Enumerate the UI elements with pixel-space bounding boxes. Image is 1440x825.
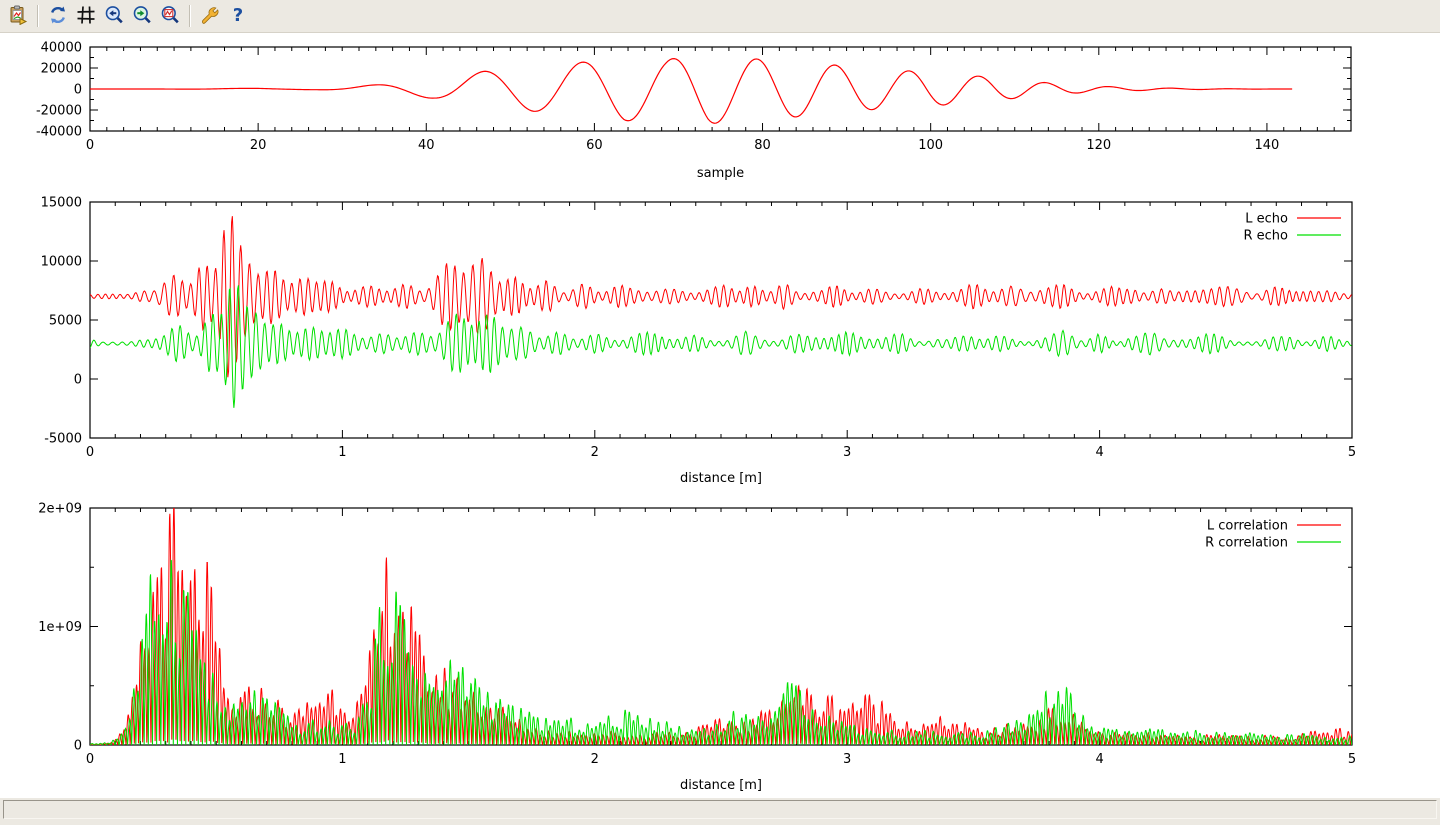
svg-text:4: 4 [1095,752,1103,767]
svg-text:L correlation: L correlation [1207,519,1288,534]
svg-text:1: 1 [338,445,346,460]
svg-text:140: 140 [1255,138,1280,153]
toolbar: ? [0,0,1440,33]
svg-text:3: 3 [843,752,851,767]
svg-text:10000: 10000 [41,255,82,270]
replot-button[interactable] [44,3,72,29]
svg-text:5000: 5000 [49,314,82,329]
svg-text:5: 5 [1348,445,1356,460]
svg-text:-40000: -40000 [36,125,82,140]
clipboard-chart-icon [8,5,28,28]
copy-to-clipboard-button[interactable] [4,3,32,29]
svg-text:2: 2 [591,445,599,460]
svg-text:0: 0 [86,445,94,460]
svg-text:80: 80 [754,138,771,153]
zoom-reset-icon [160,5,180,28]
svg-text:5: 5 [1348,752,1356,767]
toolbar-separator [189,5,191,27]
svg-text:100: 100 [918,138,943,153]
svg-text:40: 40 [418,138,435,153]
svg-text:2e+09: 2e+09 [38,502,82,517]
svg-text:0: 0 [74,373,82,388]
svg-text:0: 0 [86,138,94,153]
configure-button[interactable] [196,3,224,29]
svg-text:1: 1 [338,752,346,767]
svg-text:distance [m]: distance [m] [680,778,762,793]
svg-text:distance [m]: distance [m] [680,471,762,486]
svg-text:-5000: -5000 [44,432,82,447]
help-button[interactable]: ? [224,3,252,29]
autoscale-button[interactable] [156,3,184,29]
svg-text:L echo: L echo [1245,212,1288,227]
svg-text:15000: 15000 [41,196,82,211]
svg-text:1e+09: 1e+09 [38,620,82,635]
toggle-grid-button[interactable] [72,3,100,29]
pulse-chart-canvas[interactable]: 0 20 40 60 80 100 120 140 -40000 -20000 0 20000 4000… [0,33,1440,185]
next-zoom-button[interactable] [128,3,156,29]
zoom-next-icon [132,5,152,28]
svg-text:4: 4 [1095,445,1103,460]
svg-text:?: ? [233,5,243,25]
svg-text:2: 2 [591,752,599,767]
svg-text:3: 3 [843,445,851,460]
refresh-icon [48,5,68,28]
svg-text:0: 0 [74,739,82,754]
svg-text:120: 120 [1086,138,1111,153]
svg-text:20: 20 [250,138,267,153]
svg-text:R echo: R echo [1243,229,1288,244]
svg-text:40000: 40000 [41,41,82,56]
status-text [3,800,1437,819]
echo-chart-canvas[interactable]: 0 1 2 3 4 5 -5000 0 5000 10000 15000 distance [m] L … [0,185,1440,495]
svg-text:0: 0 [74,83,82,98]
svg-text:0: 0 [86,752,94,767]
svg-text:60: 60 [586,138,603,153]
correlation-chart-canvas[interactable]: 0 1 2 3 4 5 0 1e+09 2e+09 distance [m] L correlati… [0,495,1440,798]
toolbar-separator [37,5,39,27]
status-bar [0,798,1440,825]
zoom-previous-icon [104,5,124,28]
plot-area: 020406080100120140-40000-200000200004000… [0,33,1440,798]
svg-text:-20000: -20000 [36,104,82,119]
svg-text:R correlation: R correlation [1205,536,1288,551]
svg-text:sample: sample [697,166,744,181]
svg-text:20000: 20000 [41,62,82,77]
grid-icon [76,5,96,28]
previous-zoom-button[interactable] [100,3,128,29]
wrench-icon [200,5,220,28]
help-icon: ? [228,5,248,28]
